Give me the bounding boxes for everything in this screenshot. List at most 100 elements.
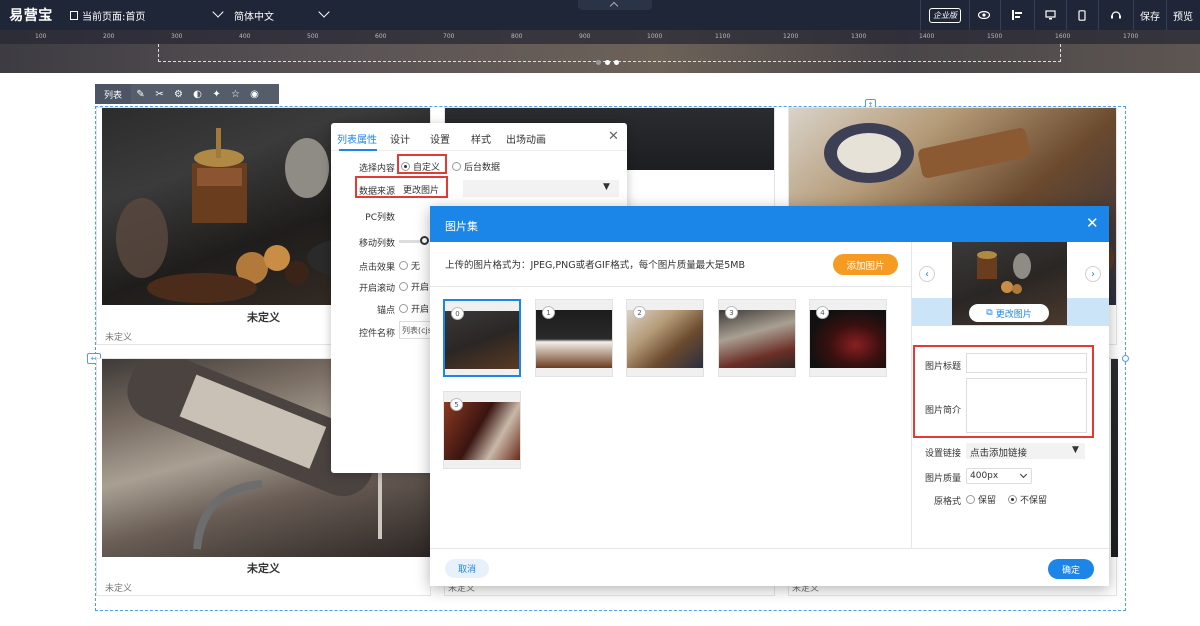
- prev-image-button[interactable]: ‹: [919, 266, 935, 282]
- image-thumb[interactable]: 5: [443, 391, 521, 469]
- palette-icon[interactable]: ◐: [188, 84, 207, 104]
- cancel-button[interactable]: 取消: [445, 559, 489, 578]
- save-button[interactable]: 保存: [1134, 0, 1166, 30]
- align-button[interactable]: [1002, 0, 1032, 30]
- chevron-down-icon: [318, 6, 330, 18]
- mobile-icon: [1078, 9, 1086, 21]
- add-image-button[interactable]: 添加图片: [833, 254, 898, 275]
- collapse-toolbar-tab[interactable]: [578, 0, 652, 11]
- slider-dot[interactable]: [614, 60, 619, 65]
- divider: [430, 286, 912, 287]
- anchor-on-option[interactable]: 开启: [399, 302, 429, 315]
- module-title: 列表: [95, 84, 132, 104]
- tab-style[interactable]: 样式: [471, 131, 491, 146]
- click-effect-none[interactable]: 无: [399, 259, 420, 272]
- current-page-select[interactable]: 当前页面:首页: [70, 0, 228, 30]
- thumb-index: 2: [633, 306, 646, 319]
- data-source-select[interactable]: ▼: [463, 180, 619, 197]
- image-thumb[interactable]: 4: [809, 299, 887, 377]
- chevron-down-icon: [1019, 470, 1028, 479]
- desktop-icon: [1044, 10, 1056, 20]
- option-backend-label: 后台数据: [464, 163, 501, 173]
- edit-icon[interactable]: ✎: [131, 84, 150, 104]
- image-quality-label: 图片质量: [925, 474, 962, 484]
- desktop-view-button[interactable]: [1036, 0, 1064, 30]
- mobile-columns-label: 移动列数: [358, 239, 395, 249]
- language-select[interactable]: 简体中文: [234, 0, 334, 30]
- tab-design[interactable]: 设计: [390, 131, 410, 146]
- not-keep-original-option[interactable]: 不保留: [1008, 493, 1047, 506]
- link-select[interactable]: 点击添加链接 ▼: [966, 443, 1085, 459]
- brand-logo: 易营宝: [9, 8, 53, 24]
- confirm-button[interactable]: 确定: [1048, 559, 1094, 579]
- thumb-index: 0: [451, 307, 464, 320]
- anchor-label: 锚点: [376, 306, 395, 316]
- star-icon[interactable]: ☆: [226, 84, 245, 104]
- close-icon[interactable]: ✕: [1086, 214, 1099, 232]
- image-icon: ⧉: [986, 308, 993, 318]
- eye-icon[interactable]: ◉: [245, 84, 264, 104]
- tab-entrance-animation[interactable]: 出场动画: [506, 131, 546, 146]
- support-button[interactable]: [1102, 0, 1130, 30]
- mobile-view-button[interactable]: [1068, 0, 1096, 30]
- highlight-data-source: [355, 176, 448, 198]
- animation-icon[interactable]: ✦: [207, 84, 226, 104]
- image-thumb[interactable]: 2: [626, 299, 704, 377]
- radio-icon: [1008, 495, 1017, 504]
- active-tab-indicator: [339, 149, 377, 151]
- card-image: [1111, 359, 1118, 557]
- highlight-custom-option: [397, 154, 447, 174]
- headset-icon: [1111, 11, 1121, 19]
- highlight-image-fields: [913, 345, 1094, 438]
- option-backend-data[interactable]: 后台数据: [452, 160, 500, 173]
- link-select-value: 点击添加链接: [970, 448, 1028, 459]
- settings-icon[interactable]: ⚙: [169, 84, 188, 104]
- dialog-footer: 取消 确定: [430, 548, 1109, 586]
- image-quality-select[interactable]: 400px: [966, 468, 1032, 484]
- slider-dot[interactable]: [596, 60, 601, 65]
- divider: [920, 0, 921, 30]
- slider-dots[interactable]: [596, 60, 619, 65]
- control-name-input[interactable]: 列表(cjs: [399, 321, 431, 339]
- image-thumb[interactable]: 0: [443, 299, 521, 377]
- click-effect-none-label: 无: [411, 262, 421, 272]
- tools-icon[interactable]: ✂: [150, 84, 169, 104]
- caret-down-icon: ▼: [1072, 445, 1079, 455]
- radio-icon: [966, 495, 975, 504]
- scroll-on-option[interactable]: 开启: [399, 280, 429, 293]
- page-doc-icon: [70, 10, 78, 20]
- visibility-button[interactable]: [970, 0, 998, 30]
- chevron-up-icon: [609, 1, 619, 11]
- link-label: 设置链接: [925, 449, 962, 459]
- tab-settings[interactable]: 设置: [430, 131, 450, 146]
- thumb-index: 5: [450, 398, 463, 411]
- caret-down-icon: ▼: [603, 182, 610, 192]
- control-name-label: 控件名称: [358, 329, 395, 339]
- keep-label: 保留: [978, 496, 997, 506]
- tab-list-properties[interactable]: 列表属性: [337, 131, 377, 146]
- resize-handle[interactable]: [1122, 355, 1129, 362]
- card-desc: 未定义: [105, 584, 133, 594]
- keep-original-option[interactable]: 保留: [966, 493, 996, 506]
- change-image-button[interactable]: ⧉ 更改图片: [969, 304, 1049, 322]
- image-thumb[interactable]: 3: [718, 299, 796, 377]
- upload-format-hint: 上传的图片格式为：JPEG,PNG或者GIF格式，每个图片质量最大是5MB: [445, 260, 745, 271]
- click-effect-label: 点击效果: [358, 263, 395, 273]
- original-format-label: 原格式: [934, 497, 962, 507]
- panel-tabs: 列表属性 设计 设置 样式 出场动画 ✕: [331, 123, 627, 151]
- ruler-tick: 100: [35, 33, 47, 40]
- mobile-columns-slider-handle[interactable]: [420, 236, 429, 245]
- radio-icon: [399, 282, 408, 291]
- align-icon: [1012, 10, 1022, 20]
- dialog-header: 图片集 ✕: [430, 206, 1109, 242]
- enterprise-badge-button[interactable]: 企业版: [925, 0, 965, 30]
- image-thumb[interactable]: 1: [535, 299, 613, 377]
- close-icon[interactable]: ✕: [608, 129, 619, 144]
- preview-button[interactable]: 预览: [1167, 0, 1199, 30]
- image-quality-value: 400px: [970, 471, 999, 481]
- radio-icon: [452, 162, 461, 171]
- slider-dot[interactable]: [605, 60, 610, 65]
- next-image-button[interactable]: ›: [1085, 266, 1101, 282]
- not-keep-label: 不保留: [1020, 496, 1048, 506]
- thumb-index: 3: [725, 306, 738, 319]
